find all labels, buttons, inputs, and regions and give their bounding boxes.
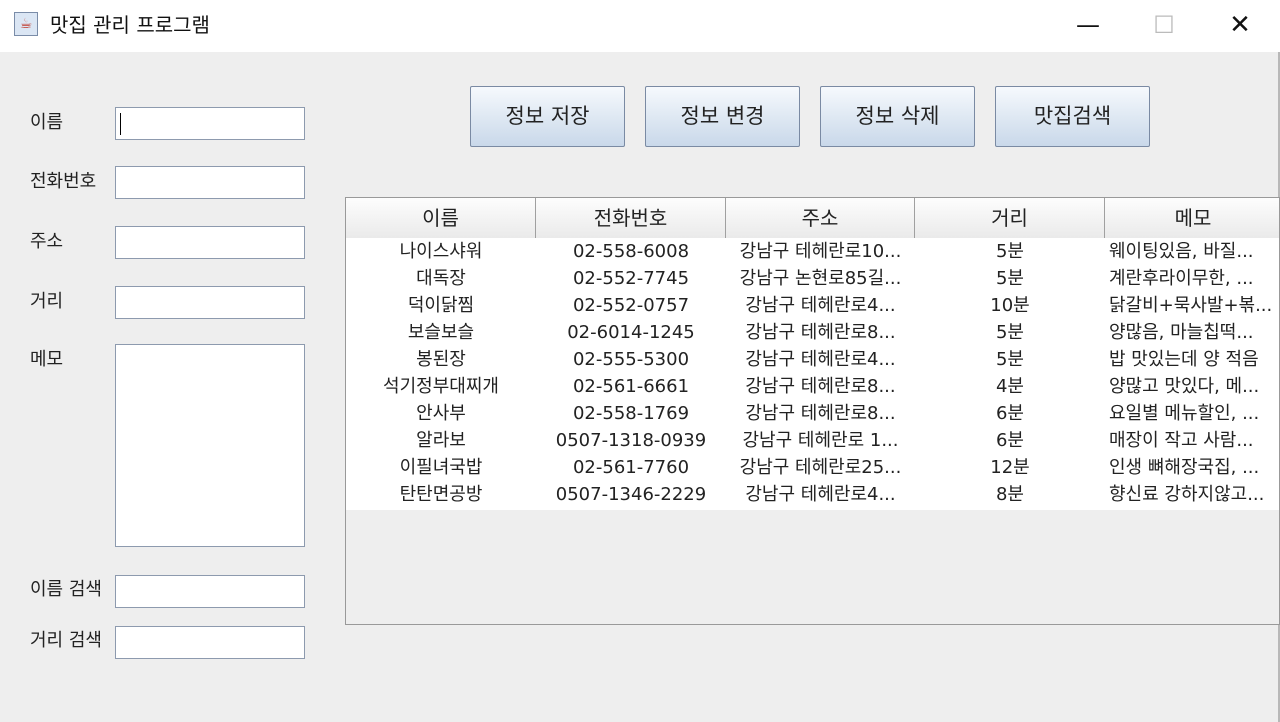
- save-button[interactable]: 정보 저장: [470, 86, 625, 147]
- table-row[interactable]: 나이스샤워 02-558-6008 강남구 테헤란로10... 5분 웨이팅있음, 바질…: [346, 238, 1279, 265]
- minimize-button[interactable]: —: [1050, 0, 1126, 52]
- name-field[interactable]: [115, 107, 305, 140]
- search-name-field[interactable]: [115, 575, 305, 608]
- phone-label: 전화번호: [30, 171, 97, 192]
- cell-distance: 5분: [995, 322, 1024, 343]
- cell-phone: 02-561-7760: [572, 457, 690, 478]
- table-body: 나이스샤워 02-558-6008 강남구 테헤란로10... 5분 웨이팅있음, 바질…: [346, 238, 1279, 510]
- delete-button[interactable]: 정보 삭제: [820, 86, 975, 147]
- table-row[interactable]: 덕이닭찜 02-552-0757 강남구 테헤란로4... 10분 닭갈비+묵사발+볶.…: [346, 292, 1279, 319]
- cell-distance: 6분: [995, 403, 1024, 424]
- cell-address: 강남구 테헤란로4...: [745, 349, 896, 370]
- cell-distance: 10분: [990, 295, 1030, 316]
- column-header-memo[interactable]: 메모: [1105, 198, 1279, 238]
- cell-memo: 인생 뼈해장국집, ...: [1109, 457, 1260, 478]
- cell-address: 강남구 테헤란로8...: [745, 376, 896, 397]
- address-label: 주소: [30, 231, 64, 252]
- text-caret: [120, 113, 121, 135]
- table-row[interactable]: 보슬보슬 02-6014-1245 강남구 테헤란로8... 5분 양많음, 마늘칩떡.…: [346, 319, 1279, 346]
- cell-distance: 8분: [995, 484, 1024, 505]
- cell-phone: 02-558-1769: [572, 403, 690, 424]
- restaurant-table[interactable]: 이름 전화번호 주소 거리 메모 나이스샤워 02-558-6008 강남구 테헤란…: [345, 197, 1280, 625]
- cell-phone: 0507-1318-0939: [555, 430, 707, 451]
- cell-memo: 웨이팅있음, 바질...: [1109, 241, 1254, 262]
- distance-field[interactable]: [115, 286, 305, 319]
- table-row[interactable]: 알라보 0507-1318-0939 강남구 테헤란로 1... 6분 매장이 작고 사…: [346, 427, 1279, 454]
- cell-name: 봉된장: [416, 349, 466, 370]
- cell-address: 강남구 논현로85길...: [739, 268, 902, 289]
- column-header-name[interactable]: 이름: [346, 198, 536, 238]
- cell-address: 강남구 테헤란로8...: [745, 322, 896, 343]
- table-row[interactable]: 대독장 02-552-7745 강남구 논현로85길... 5분 계란후라이무한, ..…: [346, 265, 1279, 292]
- cell-phone: 02-561-6661: [572, 376, 690, 397]
- cell-name: 대독장: [416, 268, 466, 289]
- cell-distance: 12분: [990, 457, 1030, 478]
- cell-address: 강남구 테헤란로4...: [745, 484, 896, 505]
- cell-address: 강남구 테헤란로 1...: [742, 430, 899, 451]
- search-name-label: 이름 검색: [30, 579, 102, 600]
- cell-memo: 밥 맛있는데 양 적음: [1109, 349, 1259, 370]
- cell-address: 강남구 테헤란로8...: [745, 403, 896, 424]
- cell-phone: 02-558-6008: [572, 241, 690, 262]
- cell-distance: 6분: [995, 430, 1024, 451]
- cell-name: 안사부: [416, 403, 466, 424]
- cell-distance: 5분: [995, 241, 1024, 262]
- cell-phone: 02-555-5300: [572, 349, 690, 370]
- column-header-address[interactable]: 주소: [726, 198, 915, 238]
- address-field[interactable]: [115, 226, 305, 259]
- table-row[interactable]: 이필녀국밥 02-561-7760 강남구 테헤란로25... 12분 인생 뼈해장국집…: [346, 454, 1279, 481]
- search-distance-field[interactable]: [115, 626, 305, 659]
- close-button[interactable]: ✕: [1202, 0, 1278, 52]
- cell-distance: 5분: [995, 349, 1024, 370]
- cell-name: 덕이닭찜: [407, 295, 475, 316]
- cell-distance: 5분: [995, 268, 1024, 289]
- table-row[interactable]: 석기정부대찌개 02-561-6661 강남구 테헤란로8... 4분 양많고 맛있다,…: [346, 373, 1279, 400]
- table-header: 이름 전화번호 주소 거리 메모: [346, 198, 1279, 239]
- cell-name: 나이스샤워: [399, 241, 483, 262]
- cell-memo: 매장이 작고 사람...: [1109, 430, 1254, 451]
- cell-phone: 02-6014-1245: [567, 322, 695, 343]
- cell-distance: 4분: [995, 376, 1024, 397]
- cell-name: 석기정부대찌개: [383, 376, 499, 397]
- name-label: 이름: [30, 112, 64, 133]
- cell-name: 알라보: [416, 430, 466, 451]
- cell-memo: 양많음, 마늘칩떡...: [1109, 322, 1254, 343]
- table-row[interactable]: 탄탄면공방 0507-1346-2229 강남구 테헤란로4... 8분 향신료 강하지…: [346, 481, 1279, 508]
- cell-phone: 0507-1346-2229: [555, 484, 707, 505]
- cell-memo: 닭갈비+묵사발+볶...: [1109, 295, 1273, 316]
- search-distance-label: 거리 검색: [30, 630, 102, 651]
- cell-memo: 향신료 강하지않고...: [1109, 484, 1265, 505]
- cell-name: 이필녀국밥: [399, 457, 483, 478]
- phone-field[interactable]: [115, 166, 305, 199]
- cell-phone: 02-552-7745: [572, 268, 690, 289]
- memo-label: 메모: [30, 349, 64, 370]
- cell-address: 강남구 테헤란로25...: [739, 457, 902, 478]
- table-row[interactable]: 안사부 02-558-1769 강남구 테헤란로8... 6분 요일별 메뉴할인, ..…: [346, 400, 1279, 427]
- cell-name: 보슬보슬: [407, 322, 475, 343]
- title-bar: ☕ 맛집 관리 프로그램 — ☐ ✕: [0, 0, 1280, 52]
- maximize-button[interactable]: ☐: [1126, 0, 1202, 52]
- cell-memo: 계란후라이무한, ...: [1109, 268, 1254, 289]
- distance-label: 거리: [30, 291, 64, 312]
- column-header-distance[interactable]: 거리: [915, 198, 1105, 238]
- java-cup-icon: ☕: [14, 12, 38, 36]
- column-header-phone[interactable]: 전화번호: [536, 198, 726, 238]
- memo-textarea[interactable]: [115, 344, 305, 547]
- cell-address: 강남구 테헤란로4...: [745, 295, 896, 316]
- table-row[interactable]: 봉된장 02-555-5300 강남구 테헤란로4... 5분 밥 맛있는데 양 적음: [346, 346, 1279, 373]
- window-title: 맛집 관리 프로그램: [50, 13, 210, 37]
- update-button[interactable]: 정보 변경: [645, 86, 800, 147]
- cell-memo: 요일별 메뉴할인, ...: [1109, 403, 1260, 424]
- search-button[interactable]: 맛집검색: [995, 86, 1150, 147]
- cell-name: 탄탄면공방: [399, 484, 483, 505]
- cell-address: 강남구 테헤란로10...: [739, 241, 902, 262]
- cell-memo: 양많고 맛있다, 메...: [1109, 376, 1260, 397]
- cell-phone: 02-552-0757: [572, 295, 690, 316]
